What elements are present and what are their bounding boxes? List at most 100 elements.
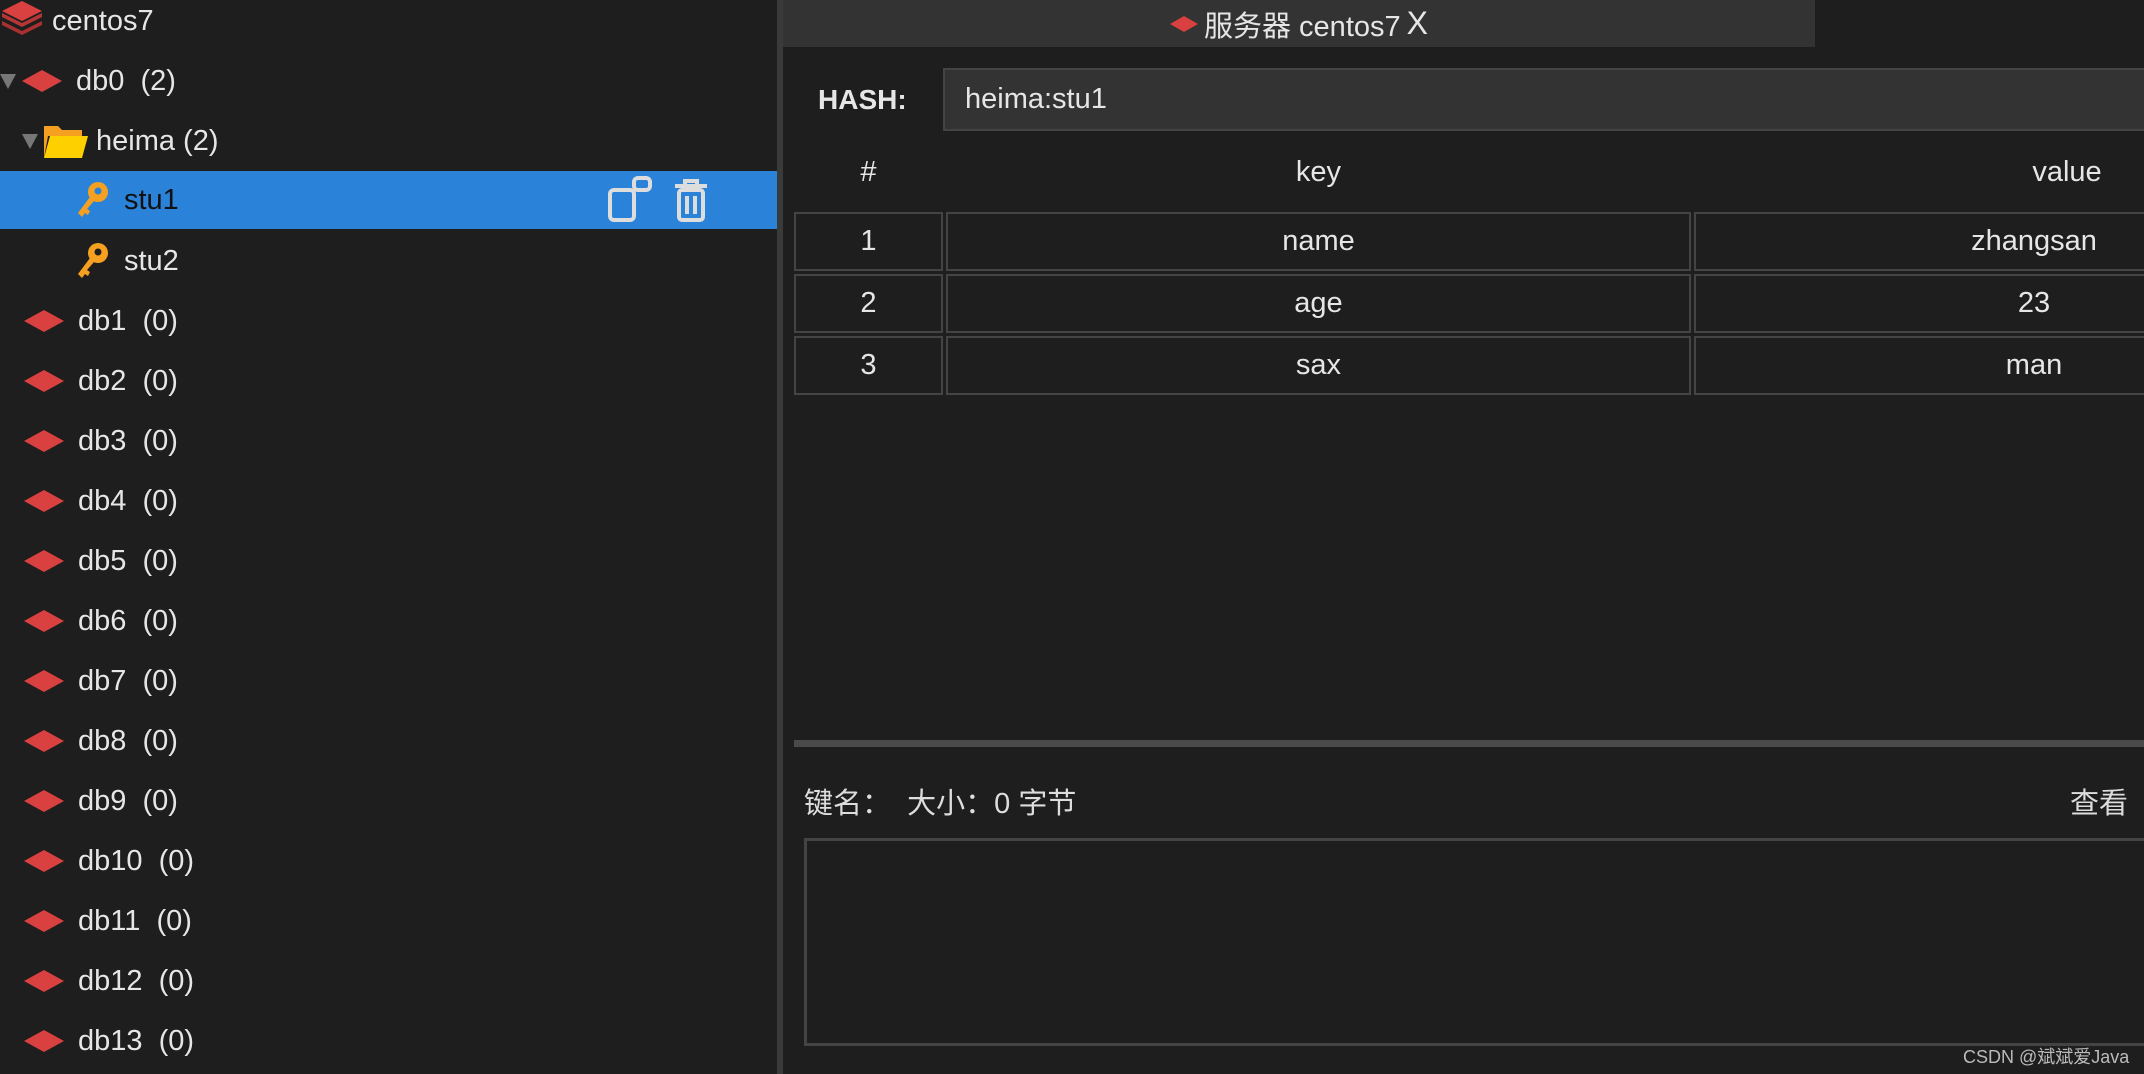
cell-value[interactable]: zhangsan (1694, 212, 2144, 271)
db-count: (0) (142, 604, 178, 637)
key-label: stu2 (124, 244, 179, 277)
tree-key-stu1[interactable]: stu1 (0, 171, 777, 229)
cell-index[interactable]: 3 (794, 336, 943, 395)
db-count: (0) (142, 484, 178, 517)
cell-value[interactable]: 23 (1694, 274, 2144, 333)
tree-db[interactable]: db2 (0) (0, 352, 777, 410)
value-editor[interactable] (804, 838, 2144, 1046)
database-icon (24, 910, 64, 932)
cell-key[interactable]: name (946, 212, 1691, 271)
tree-db[interactable]: db6 (0) (0, 592, 777, 650)
db-count: (0) (158, 844, 195, 877)
server-stack-icon (2, 1, 42, 35)
db-count: (0) (142, 664, 178, 697)
db-count: (0) (142, 424, 178, 457)
tree-db[interactable]: db3 (0) (0, 412, 777, 470)
db-label: db4 (78, 484, 127, 517)
db-count: (0) (142, 304, 178, 337)
database-icon (24, 730, 64, 752)
db-count: (0) (142, 544, 178, 577)
database-icon (24, 550, 64, 572)
cell-index[interactable]: 1 (794, 212, 943, 271)
expand-arrow-icon[interactable] (0, 73, 16, 89)
cell-key[interactable]: age (946, 274, 1691, 333)
tree-db[interactable]: db5 (0) (0, 532, 777, 590)
tree-db[interactable]: db9 (0) (0, 772, 777, 830)
db-count: (0) (142, 784, 178, 817)
db-label: db8 (78, 724, 127, 757)
tree-db0[interactable]: db0 (2) (0, 52, 777, 110)
tree-db[interactable]: db8 (0) (0, 712, 777, 770)
database-icon (24, 790, 64, 812)
db-label: db13 (78, 1024, 143, 1057)
cell-text: man (2005, 349, 2063, 381)
cell-index[interactable]: 2 (794, 274, 943, 333)
db-label: db6 (78, 604, 127, 637)
cell-key[interactable]: sax (946, 336, 1691, 395)
database-icon (22, 70, 62, 92)
db-count: (0) (156, 904, 192, 937)
column-header-key[interactable]: key (946, 156, 1691, 189)
tree-folder-heima[interactable]: heima (2) (0, 112, 777, 170)
db-label: db12 (78, 964, 143, 997)
cell-text: 2 (860, 287, 877, 319)
db-label: db3 (78, 424, 127, 457)
close-icon[interactable]: X (1407, 5, 1428, 42)
tree-db[interactable]: db13 (0) (0, 1012, 777, 1070)
copy-icon[interactable] (606, 176, 654, 224)
expand-arrow-icon[interactable] (22, 133, 38, 149)
folder-open-icon (44, 126, 88, 158)
tree-db[interactable]: db1 (0) (0, 292, 777, 350)
watermark: CSDN @斌斌爱Java (1963, 1047, 2130, 1067)
key-name-input[interactable] (943, 68, 2144, 131)
view-button[interactable]: 查看 (2070, 780, 2128, 822)
tab-label: 服务器 centos7 (1204, 10, 1401, 43)
panel-divider[interactable] (794, 740, 2144, 747)
database-icon (1170, 15, 1198, 32)
db-count: (0) (142, 724, 178, 757)
database-icon (24, 370, 64, 392)
key-icon (78, 243, 108, 278)
db-count: (2) (140, 64, 176, 97)
column-header-value[interactable]: value (1970, 156, 2144, 189)
cell-text: zhangsan (1971, 225, 2097, 257)
db-label: db7 (78, 664, 127, 697)
db-label: db0 (76, 64, 125, 97)
db-label: db1 (78, 304, 127, 337)
database-icon (24, 610, 64, 632)
database-icon (24, 970, 64, 992)
tree-key-stu2[interactable]: stu2 (0, 232, 777, 290)
database-icon (24, 310, 64, 332)
database-icon (24, 430, 64, 452)
panel-splitter[interactable] (777, 0, 783, 1074)
database-icon (24, 490, 64, 512)
tree-db[interactable]: db11 (0) (0, 892, 777, 950)
value-info: 键名： 大小：0 字节 (804, 780, 1076, 822)
tree-server[interactable]: centos7 (0, 0, 777, 50)
db-count: (0) (158, 964, 195, 997)
cell-text: 3 (860, 349, 877, 381)
cell-text: sax (1295, 349, 1342, 381)
tree-db[interactable]: db4 (0) (0, 472, 777, 530)
tree-db[interactable]: db10 (0) (0, 832, 777, 890)
database-icon (24, 670, 64, 692)
db-label: db2 (78, 364, 127, 397)
db-label: db10 (78, 844, 143, 877)
db-count: (0) (158, 1024, 195, 1057)
size-label: 大小：0 字节 (907, 788, 1077, 820)
cell-text: 23 (2017, 287, 2051, 319)
db-label: db11 (78, 904, 141, 937)
key-tree: centos7 db0 (2) heima (2) stu1 stu2 db1 … (0, 0, 777, 1074)
tab-server-centos7[interactable]: 服务器 centos7 X (783, 0, 1815, 47)
column-header-index[interactable]: # (794, 156, 943, 189)
cell-value[interactable]: man (1694, 336, 2144, 395)
tree-db[interactable]: db12 (0) (0, 952, 777, 1010)
database-icon (24, 1030, 64, 1052)
database-icon (24, 850, 64, 872)
hash-type-label: HASH: (818, 84, 907, 115)
cell-text: 1 (860, 225, 877, 257)
tree-db[interactable]: db7 (0) (0, 652, 777, 710)
key-name-label: 键名： (804, 788, 892, 820)
cell-text: name (1282, 225, 1355, 257)
trash-icon[interactable] (671, 178, 711, 222)
